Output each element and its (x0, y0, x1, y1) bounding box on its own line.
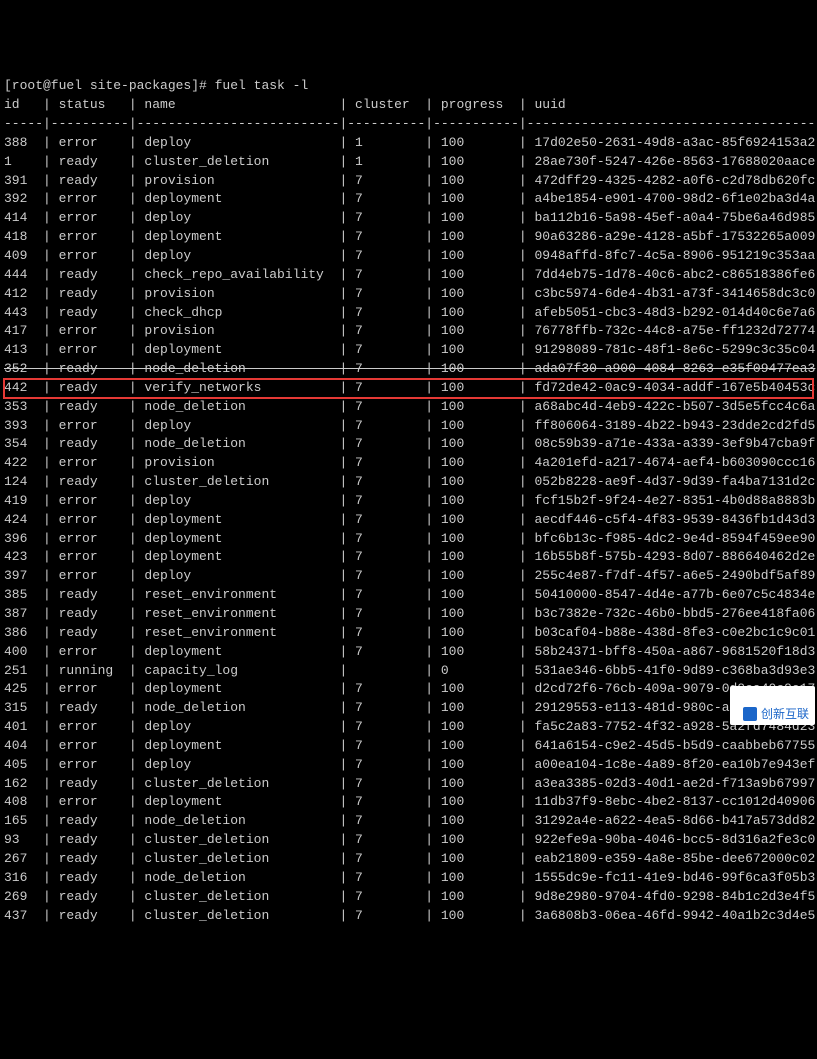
table-row: 353 | ready | node_deletion | 7 | 100 | … (4, 398, 813, 417)
table-row: 315 | ready | node_deletion | 7 | 100 | … (4, 699, 813, 718)
table-row: 423 | error | deployment | 7 | 100 | 16b… (4, 548, 813, 567)
table-row: 442 | ready | verify_networks | 7 | 100 … (4, 379, 813, 398)
table-row: 251 | running | capacity_log | | 0 | 531… (4, 662, 813, 681)
table-row: 405 | error | deploy | 7 | 100 | a00ea10… (4, 756, 813, 775)
table-row: 93 | ready | cluster_deletion | 7 | 100 … (4, 831, 813, 850)
table-row: 401 | error | deploy | 7 | 100 | fa5c2a8… (4, 718, 813, 737)
table-row: 424 | error | deployment | 7 | 100 | aec… (4, 511, 813, 530)
table-row: 386 | ready | reset_environment | 7 | 10… (4, 624, 813, 643)
table-row: 417 | error | provision | 7 | 100 | 7677… (4, 322, 813, 341)
table-row: 414 | error | deploy | 7 | 100 | ba112b1… (4, 209, 813, 228)
table-row: 409 | error | deploy | 7 | 100 | 0948aff… (4, 247, 813, 266)
table-row: 269 | ready | cluster_deletion | 7 | 100… (4, 888, 813, 907)
table-row: 419 | error | deploy | 7 | 100 | fcf15b2… (4, 492, 813, 511)
table-row: 165 | ready | node_deletion | 7 | 100 | … (4, 812, 813, 831)
table-row: 422 | error | provision | 7 | 100 | 4a20… (4, 454, 813, 473)
table-row: 393 | error | deploy | 7 | 100 | ff80606… (4, 417, 813, 436)
table-row: 396 | error | deployment | 7 | 100 | bfc… (4, 530, 813, 549)
table-row: 443 | ready | check_dhcp | 7 | 100 | afe… (4, 304, 813, 323)
watermark-text: 创新互联 (761, 707, 809, 721)
table-row: 354 | ready | node_deletion | 7 | 100 | … (4, 435, 813, 454)
table-row: 404 | error | deployment | 7 | 100 | 641… (4, 737, 813, 756)
table-row: 316 | ready | node_deletion | 7 | 100 | … (4, 869, 813, 888)
table-row: 425 | error | deployment | 7 | 100 | d2c… (4, 680, 813, 699)
table-row: 352 | ready | node_deletion | 7 | 100 | … (4, 360, 813, 379)
shell-prompt: [root@fuel site-packages]# fuel task -l (4, 77, 813, 96)
table-row: 124 | ready | cluster_deletion | 7 | 100… (4, 473, 813, 492)
table-row: 408 | error | deployment | 7 | 100 | 11d… (4, 793, 813, 812)
table-row: 391 | ready | provision | 7 | 100 | 472d… (4, 172, 813, 191)
table-row: 388 | error | deploy | 1 | 100 | 17d02e5… (4, 134, 813, 153)
table-row: 387 | ready | reset_environment | 7 | 10… (4, 605, 813, 624)
table-row: 444 | ready | check_repo_availability | … (4, 266, 813, 285)
watermark-badge: 创新互联 (730, 686, 815, 725)
table-row: 412 | ready | provision | 7 | 100 | c3bc… (4, 285, 813, 304)
table-row: 392 | error | deployment | 7 | 100 | a4b… (4, 190, 813, 209)
table-row: 162 | ready | cluster_deletion | 7 | 100… (4, 775, 813, 794)
table-row: 400 | error | deployment | 7 | 100 | 58b… (4, 643, 813, 662)
table-row: 437 | ready | cluster_deletion | 7 | 100… (4, 907, 813, 926)
table-header: id | status | name | cluster | progress … (4, 96, 813, 115)
table-row: 418 | error | deployment | 7 | 100 | 90a… (4, 228, 813, 247)
table-separator: -----|----------|-----------------------… (4, 115, 813, 134)
watermark-logo-icon (743, 707, 757, 721)
table-row: 1 | ready | cluster_deletion | 1 | 100 |… (4, 153, 813, 172)
table-row: 413 | error | deployment | 7 | 100 | 912… (4, 341, 813, 360)
table-row: 397 | error | deploy | 7 | 100 | 255c4e8… (4, 567, 813, 586)
table-row: 267 | ready | cluster_deletion | 7 | 100… (4, 850, 813, 869)
table-row: 385 | ready | reset_environment | 7 | 10… (4, 586, 813, 605)
